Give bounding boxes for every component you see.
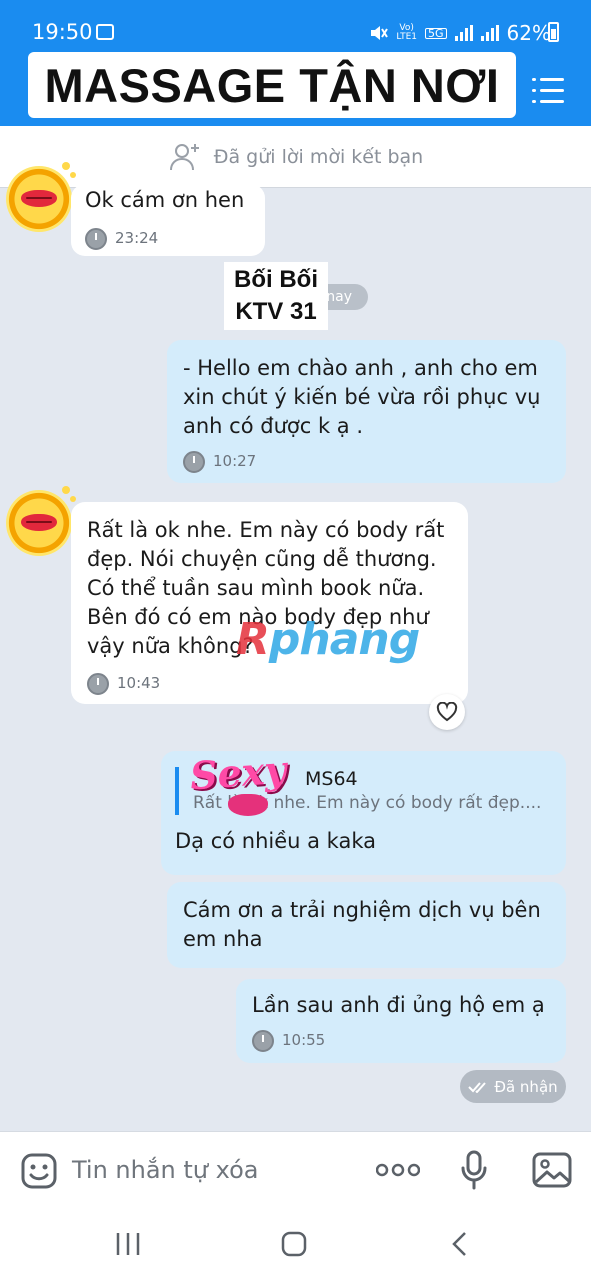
contact-avatar[interactable] [6, 486, 76, 556]
image-gallery-icon[interactable] [532, 1152, 572, 1188]
sexy-sticker-overlay: Sexy [188, 746, 288, 799]
lips-sticker-icon [228, 794, 268, 816]
message-composer: Tin nhắn tự xóa [0, 1131, 591, 1209]
signal-icon-2 [480, 25, 499, 41]
battery-icon [548, 22, 559, 42]
page-title-box: MASSAGE TẬN NƠI [28, 52, 516, 118]
lips-emoji [21, 190, 57, 207]
system-navigation-bar [0, 1209, 591, 1280]
status-indicators: Vo) LTE1 5G 62% [368, 21, 551, 45]
message-bubble-incoming[interactable]: Rất là ok nhe. Em này có body rất đẹp. N… [71, 502, 468, 704]
home-icon[interactable] [281, 1231, 307, 1257]
message-text: Ok cám ơn hen [85, 188, 245, 212]
react-heart-button[interactable] [429, 694, 465, 730]
message-timestamp: 23:24 [85, 224, 251, 253]
emoji-icon[interactable] [20, 1152, 58, 1190]
delivery-status-badge: Đã nhận [460, 1070, 566, 1103]
message-text: Cám ơn a trải nghiệm dịch vụ bên em nha [183, 898, 541, 951]
status-bar: 19:50 Vo) LTE1 5G 62% [0, 0, 591, 52]
message-timestamp: 10:27 [183, 447, 550, 476]
lips-emoji [21, 514, 57, 531]
message-input[interactable]: Tin nhắn tự xóa [72, 1156, 259, 1184]
message-bubble-outgoing[interactable]: - Hello em chào anh , anh cho em xin chú… [167, 340, 566, 483]
add-friend-icon [169, 143, 199, 170]
contact-name-label: Bối Bối KTV 31 [224, 262, 328, 330]
message-timestamp: 10:55 [252, 1026, 550, 1055]
delivery-status-text: Đã nhận [494, 1077, 558, 1096]
heart-icon [436, 702, 458, 722]
contact-avatar[interactable] [6, 162, 76, 232]
double-check-icon [468, 1081, 487, 1093]
watermark-logo: Rphang [236, 614, 420, 665]
network-type-label: 5G [425, 27, 447, 39]
battery-percent: 62% [506, 21, 551, 45]
message-text: - Hello em chào anh , anh cho em xin chú… [183, 356, 541, 438]
mute-icon [371, 26, 389, 40]
gallery-notification-icon [96, 24, 114, 40]
status-time: 19:50 [32, 20, 93, 44]
clock-icon [87, 672, 109, 695]
message-timestamp: 10:43 [87, 669, 452, 698]
message-bubble-outgoing[interactable]: Lần sau anh đi ủng hộ em ạ 10:55 [236, 979, 566, 1063]
clock-icon [252, 1029, 274, 1052]
chat-header: MASSAGE TẬN NƠI [0, 52, 591, 126]
more-options-icon[interactable] [376, 1162, 420, 1178]
clock-icon [85, 227, 107, 250]
message-bubble-incoming[interactable]: Ok cám ơn hen 23:24 [71, 184, 265, 256]
page-title: MASSAGE TẬN NƠI [44, 58, 500, 112]
volte-label: Vo) LTE1 [396, 23, 418, 42]
recent-apps-icon[interactable] [114, 1231, 142, 1257]
message-text: Lần sau anh đi ủng hộ em ạ [252, 993, 545, 1017]
microphone-icon[interactable] [460, 1150, 488, 1190]
back-icon[interactable] [450, 1231, 470, 1257]
message-text: Dạ có nhiều a kaka [175, 829, 377, 853]
clock-icon [183, 450, 205, 473]
message-bubble-outgoing[interactable]: Cám ơn a trải nghiệm dịch vụ bên em nha [167, 882, 566, 968]
menu-list-icon[interactable] [532, 78, 564, 104]
friend-request-banner: Đã gửi lời mời kết bạn [0, 126, 591, 188]
friend-request-text: Đã gửi lời mời kết bạn [213, 145, 424, 168]
signal-icon [454, 25, 473, 41]
